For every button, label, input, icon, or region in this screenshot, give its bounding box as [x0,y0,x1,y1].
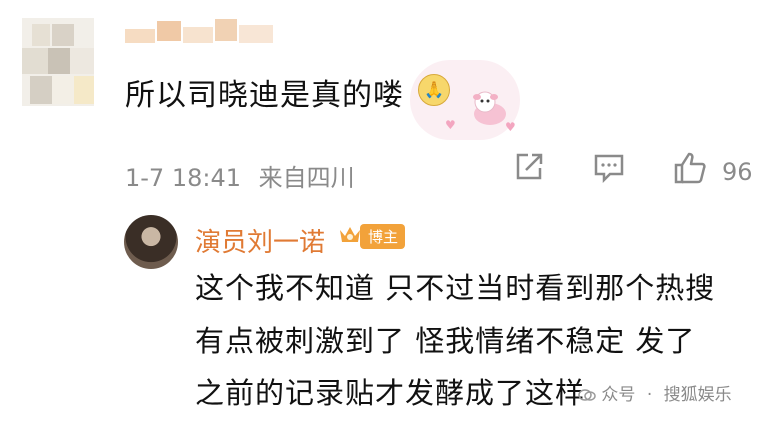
reply-author[interactable]: 演员刘一诺 [195,222,325,259]
like-count: 96 [722,158,753,186]
watermark: 众号 · 搜狐娱乐 [578,380,732,405]
like-icon [674,152,706,184]
watermark-partial: 众号 [601,385,636,405]
comment-icon [594,154,624,184]
reply-line: 之前的记录贴才发酵成了这样 [195,376,586,410]
watermark-source: 搜狐娱乐 [663,385,732,405]
share-icon [516,153,543,180]
comment-time: 1-7 18:41 [125,164,241,192]
reply-line: 有点被刺激到了 怪我情绪不稳定 发了 [195,324,696,358]
watermark-logo-icon [578,389,596,401]
heart-icon: ♥ [505,120,516,134]
share-button[interactable] [512,150,546,184]
like-button[interactable] [672,150,708,186]
emoji-icon: 🙏 [418,74,450,106]
reply-line: 这个我不知道 只不过当时看到那个热搜 [195,271,716,305]
blurred-avatar[interactable] [22,18,94,106]
comment-button[interactable] [592,150,626,184]
comment-text: 所以司晓迪是真的喽 [125,78,404,113]
blogger-badge: 博主 [360,224,406,249]
blurred-username[interactable] [125,17,275,45]
comment-meta: 1-7 18:41 来自四川 [125,158,355,193]
heart-icon: ♥ [445,118,456,132]
reply-avatar[interactable] [124,215,178,269]
watermark-separator: · [646,385,653,405]
comment-location: 来自四川 [258,164,355,192]
